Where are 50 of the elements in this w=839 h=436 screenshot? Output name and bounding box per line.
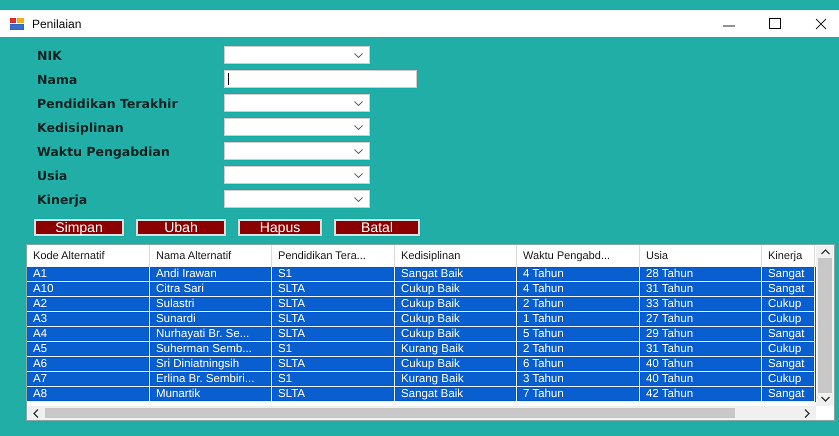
horizontal-scrollbar[interactable] [27,406,816,420]
input-field[interactable] [224,70,417,88]
field-label: NIK [37,48,63,62]
chevron-icon [354,148,363,154]
app-icon [10,18,24,30]
field-label: Nama [37,72,78,86]
table-row[interactable]: A7 Erlina Br. Sembiri... S1 Kurang Baik 3 Tahun 40 Tahun Cukup [27,372,816,387]
scroll-up-icon[interactable] [820,249,830,255]
table-cell: Sangat Baik [395,387,517,402]
field-label: Kinerja [37,192,88,206]
field-label: Usia [37,168,68,182]
table-row[interactable]: A1 Andi Irawan S1 Sangat Baik 4 Tahun 28 Tahun Sangat [27,267,816,282]
scroll-down-icon[interactable] [820,396,830,402]
table-cell: 7 Tahun [517,387,640,402]
chevron-icon [354,124,363,130]
field-label: Waktu Pengabdian [37,144,171,158]
table-row[interactable]: A10 Citra Sari SLTA Cukup Baik 4 Tahun 31 Tahun Sangat [27,282,816,297]
scroll-right-icon[interactable] [804,408,810,418]
maximize-icon[interactable] [769,18,781,30]
dropdown-field[interactable] [224,46,370,64]
table-cell: Munartik [150,387,272,402]
table-row[interactable]: A8 Munartik SLTA Sangat Baik 7 Tahun 42 Tahun Sangat [27,387,816,402]
table-cell: SLTA [272,387,395,402]
close-icon[interactable] [815,18,827,30]
dropdown-field[interactable] [224,118,370,136]
table-row[interactable]: A2 Sulastri SLTA Cukup Baik 2 Tahun 33 Tahun Cukup [27,297,816,312]
chevron-icon [354,52,363,58]
action-button[interactable]: Ubah [136,219,226,236]
table-cell: Sangat [762,387,815,402]
table-row[interactable]: A3 Sunardi SLTA Cukup Baik 1 Tahun 27 Tahun Cukup [27,312,816,327]
dropdown-field[interactable] [224,190,370,208]
chevron-icon [354,172,363,178]
scroll-left-icon[interactable] [33,408,39,418]
window-title: Penilaian [32,16,82,30]
action-button[interactable]: Hapus [238,219,322,236]
dropdown-field[interactable] [224,142,370,160]
field-label: Kedisiplinan [37,120,125,134]
action-button[interactable]: Batal [334,219,420,236]
dropdown-field[interactable] [224,94,370,112]
dropdown-field[interactable] [224,166,370,184]
field-label: Pendidikan Terakhir [37,96,179,110]
chevron-icon [354,196,363,202]
table-row[interactable]: A6 Sri Diniatningsih SLTA Cukup Baik 6 Tahun 40 Tahun Sangat [27,357,816,372]
table-cell: 42 Tahun [640,387,762,402]
vertical-scrollbar[interactable] [816,245,834,406]
action-button[interactable]: Simpan [34,219,124,236]
chevron-icon [354,100,363,106]
table-row[interactable]: A4 Nurhayati Br. Se... SLTA Cukup Baik 5 Tahun 29 Tahun Sangat [27,327,816,342]
table-row[interactable]: A5 Suherman Semb... S1 Kurang Baik 2 Tahun 31 Tahun Cukup [27,342,816,357]
table-cell: A8 [27,387,150,402]
